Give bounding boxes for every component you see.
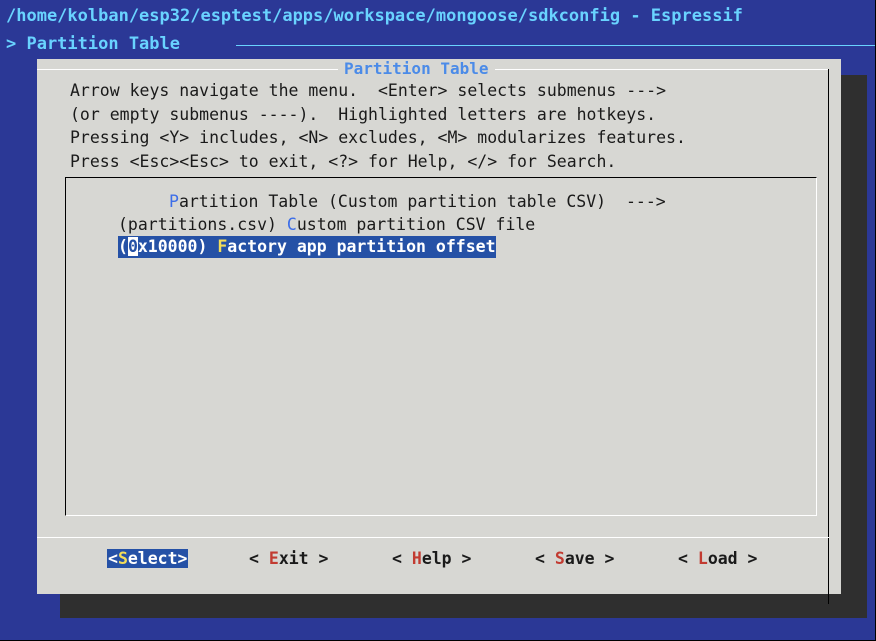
menu-item-factory-offset[interactable]: (0x10000) Factory app partition offset [118,236,496,258]
menuconfig-dialog: Partition Table Arrow keys navigate the … [37,59,841,604]
text-cursor: 0 [127,237,138,256]
menu-item-value-open: ( [118,237,128,256]
hotkey-letter: S [117,549,128,568]
button-separator [37,537,829,538]
dialog-title: Partition Table [338,59,495,78]
button-bracket: < [392,549,412,568]
hotkey-letter: C [286,215,297,234]
terminal-window: /home/kolban/esp32/esptest/apps/workspac… [0,0,876,641]
button-bracket: < [108,549,118,568]
button-label: elp [421,549,452,568]
hotkey-letter: S [554,549,565,568]
button-bracket: < [535,549,555,568]
breadcrumb-rule [236,45,875,46]
button-label: ave [564,549,595,568]
help-line: Press <Esc><Esc> to exit, <?> for Help, … [70,151,617,171]
hotkey-letter: H [411,549,422,568]
button-bracket: > [594,549,615,568]
button-label: xit [278,549,309,568]
help-text: Arrow keys navigate the menu. <Enter> se… [70,79,686,173]
menu-item-value: (partitions.csv) [118,215,287,234]
button-bracket: > [737,549,758,568]
menu-item-partition-table[interactable]: Partition Table (Custom partition table … [169,191,666,213]
hotkey-letter: F [217,237,228,256]
menu-item-label: actory app partition offset [227,237,496,256]
help-line: Arrow keys navigate the menu. <Enter> se… [70,81,667,100]
button-bracket: < [678,549,698,568]
button-bracket: < [249,549,269,568]
save-button[interactable]: < Save > [535,549,615,568]
breadcrumb: > Partition Table [6,34,180,54]
hotkey-letter: P [169,192,179,211]
button-bracket: > [177,549,188,568]
button-bracket: > [308,549,329,568]
menu-item-custom-csv[interactable]: (partitions.csv) Custom partition CSV fi… [118,214,535,236]
help-button[interactable]: < Help > [392,549,472,568]
help-line: (or empty submenus ----). Highlighted le… [70,104,657,124]
window-title: /home/kolban/esp32/esptest/apps/workspac… [6,6,743,26]
load-button[interactable]: < Load > [678,549,758,568]
button-label: elect [127,549,178,568]
hotkey-letter: L [697,549,708,568]
hotkey-letter: E [268,549,279,568]
button-label: oad [707,549,738,568]
menu-item-label: ustom partition CSV file [296,215,536,234]
menu-list: Partition Table (Custom partition table … [65,177,817,516]
exit-button[interactable]: < Exit > [249,549,329,568]
dialog-border-right [828,69,829,604]
menu-item-label: artition Table (Custom partition table C… [178,192,666,211]
select-button[interactable]: <Select> [107,549,189,568]
menu-item-value: x10000) [137,237,218,256]
button-bar: <Select> < Exit > < Help > < Save > < Lo… [37,549,829,573]
button-bracket: > [451,549,472,568]
help-line: Pressing <Y> includes, <N> excludes, <M>… [70,128,686,147]
